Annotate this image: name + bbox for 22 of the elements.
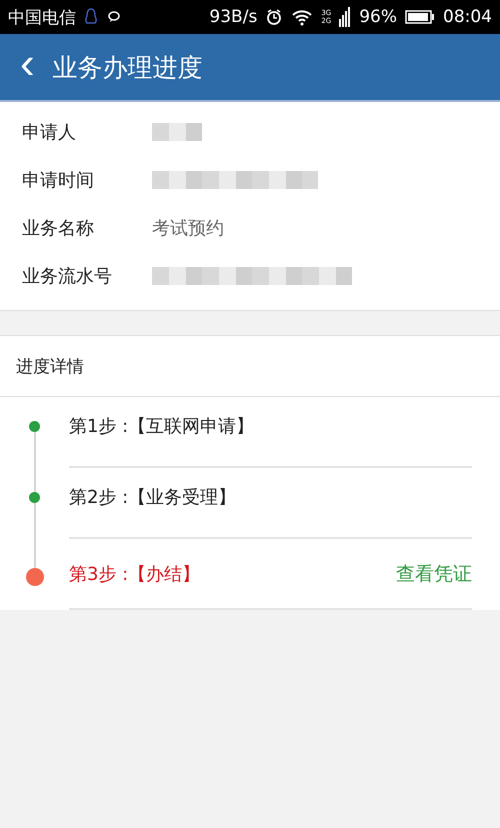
section-title: 进度详情 xyxy=(0,336,500,397)
battery-icon xyxy=(405,9,435,25)
chat-bubble-icon xyxy=(106,9,122,25)
clock: 08:04 xyxy=(443,7,492,27)
field-label: 业务名称 xyxy=(22,217,95,240)
carrier: 中国电信 xyxy=(8,6,76,28)
field-label: 业务流水号 xyxy=(22,265,113,288)
field-label: 申请时间 xyxy=(22,169,95,192)
alarm-clock-icon xyxy=(265,8,284,26)
signal-icon xyxy=(339,7,352,27)
page-title: 业务办理进度 xyxy=(52,52,203,84)
step-label: 第1步 :【互联网申请】 xyxy=(69,414,254,438)
view-certificate-link[interactable]: 查看凭证 xyxy=(396,560,472,586)
back-button[interactable]: ‹ xyxy=(16,44,39,90)
step-label: 第3步 :【办结】 xyxy=(69,562,200,586)
network-speed: 93B/s xyxy=(209,7,258,27)
field-value: 考试预约 xyxy=(152,217,224,240)
battery-percent: 96% xyxy=(359,7,397,27)
step-label: 第2步 :【业务受理】 xyxy=(69,486,236,508)
field-label: 申请人 xyxy=(22,121,77,144)
wifi-icon xyxy=(291,8,314,26)
redacted-value xyxy=(152,123,202,141)
